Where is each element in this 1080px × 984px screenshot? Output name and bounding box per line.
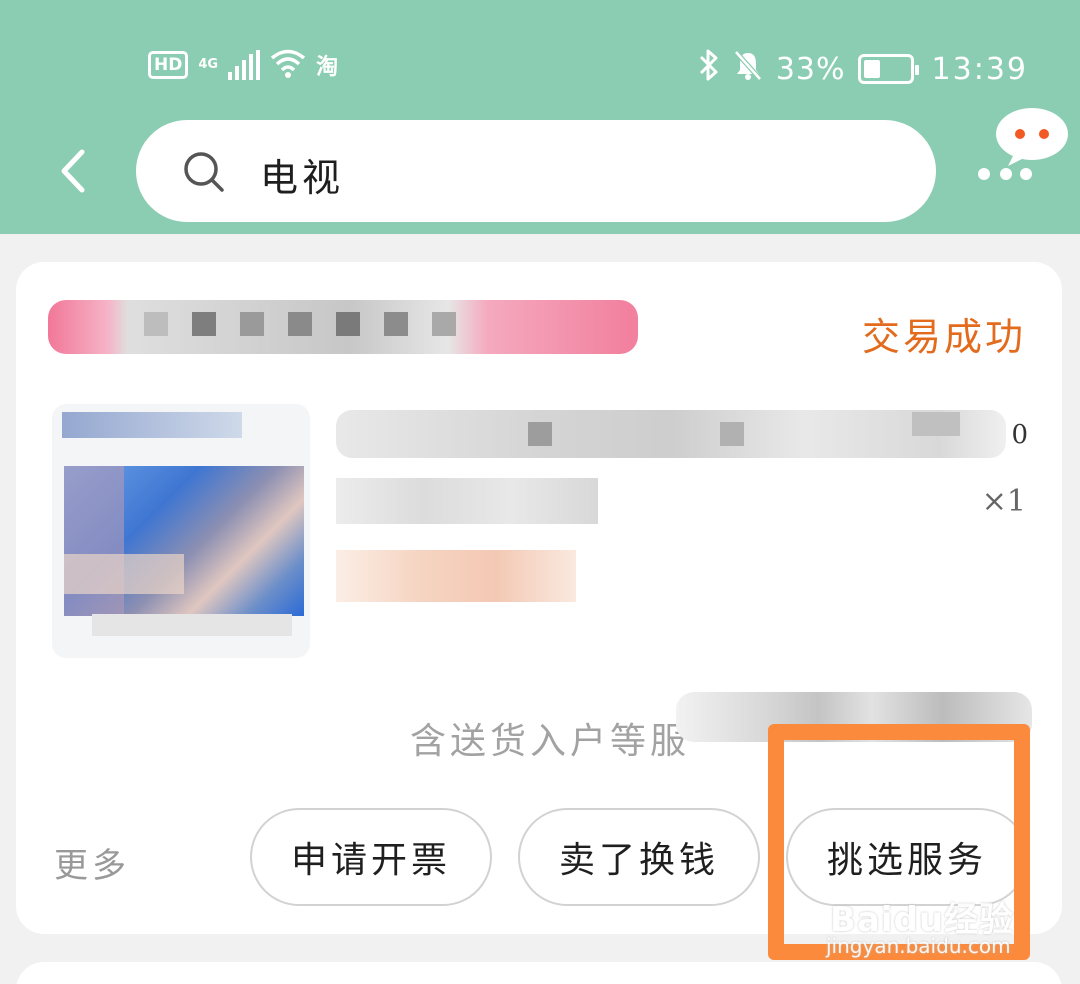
status-left: HD 4G 淘 [148, 48, 338, 82]
more-actions-label[interactable]: 更多 [54, 838, 130, 887]
more-dots-icon [978, 108, 1068, 180]
baidu-watermark: Baidu经验 jingyan.baidu.com [826, 892, 1026, 962]
battery-percent: 33% [775, 51, 846, 87]
back-arrow-icon [61, 149, 85, 193]
next-order-card [16, 962, 1062, 984]
order-status: 交易成功 [861, 315, 1026, 359]
shop-name-redacted[interactable] [48, 294, 638, 358]
taobao-notification-icon: 淘 [316, 55, 339, 80]
back-button[interactable] [54, 146, 94, 196]
watermark-url: jingyan.baidu.com [826, 934, 1011, 958]
search-icon [182, 150, 226, 198]
quantity: ×1 [981, 484, 1026, 519]
price-fragment: 0 [1011, 420, 1028, 450]
clock: 13:39 [931, 51, 1028, 87]
network-type: 4G [198, 57, 219, 72]
tag-redacted [336, 550, 576, 602]
wifi-icon [270, 48, 306, 82]
bell-muted-icon [732, 49, 764, 89]
status-bar: HD 4G 淘 33% 13:39 [0, 38, 1080, 98]
sku-redacted [336, 478, 598, 524]
status-right: 33% 13:39 [698, 48, 1028, 90]
search-query: 电视 [260, 156, 345, 200]
apply-invoice-button[interactable]: 申请开票 [250, 808, 492, 906]
bluetooth-icon [698, 48, 720, 90]
battery-icon [857, 54, 919, 84]
sell-for-cash-button[interactable]: 卖了换钱 [518, 808, 760, 906]
hd-icon: HD [148, 51, 189, 79]
service-note: 含送货入户等服 [410, 721, 691, 762]
product-thumbnail[interactable] [52, 404, 310, 658]
top-header: HD 4G 淘 33% 13:39 电视 [0, 0, 1080, 234]
signal-icon [228, 50, 261, 80]
search-input[interactable]: 电视 [136, 120, 936, 222]
more-options-button[interactable] [974, 108, 1074, 188]
